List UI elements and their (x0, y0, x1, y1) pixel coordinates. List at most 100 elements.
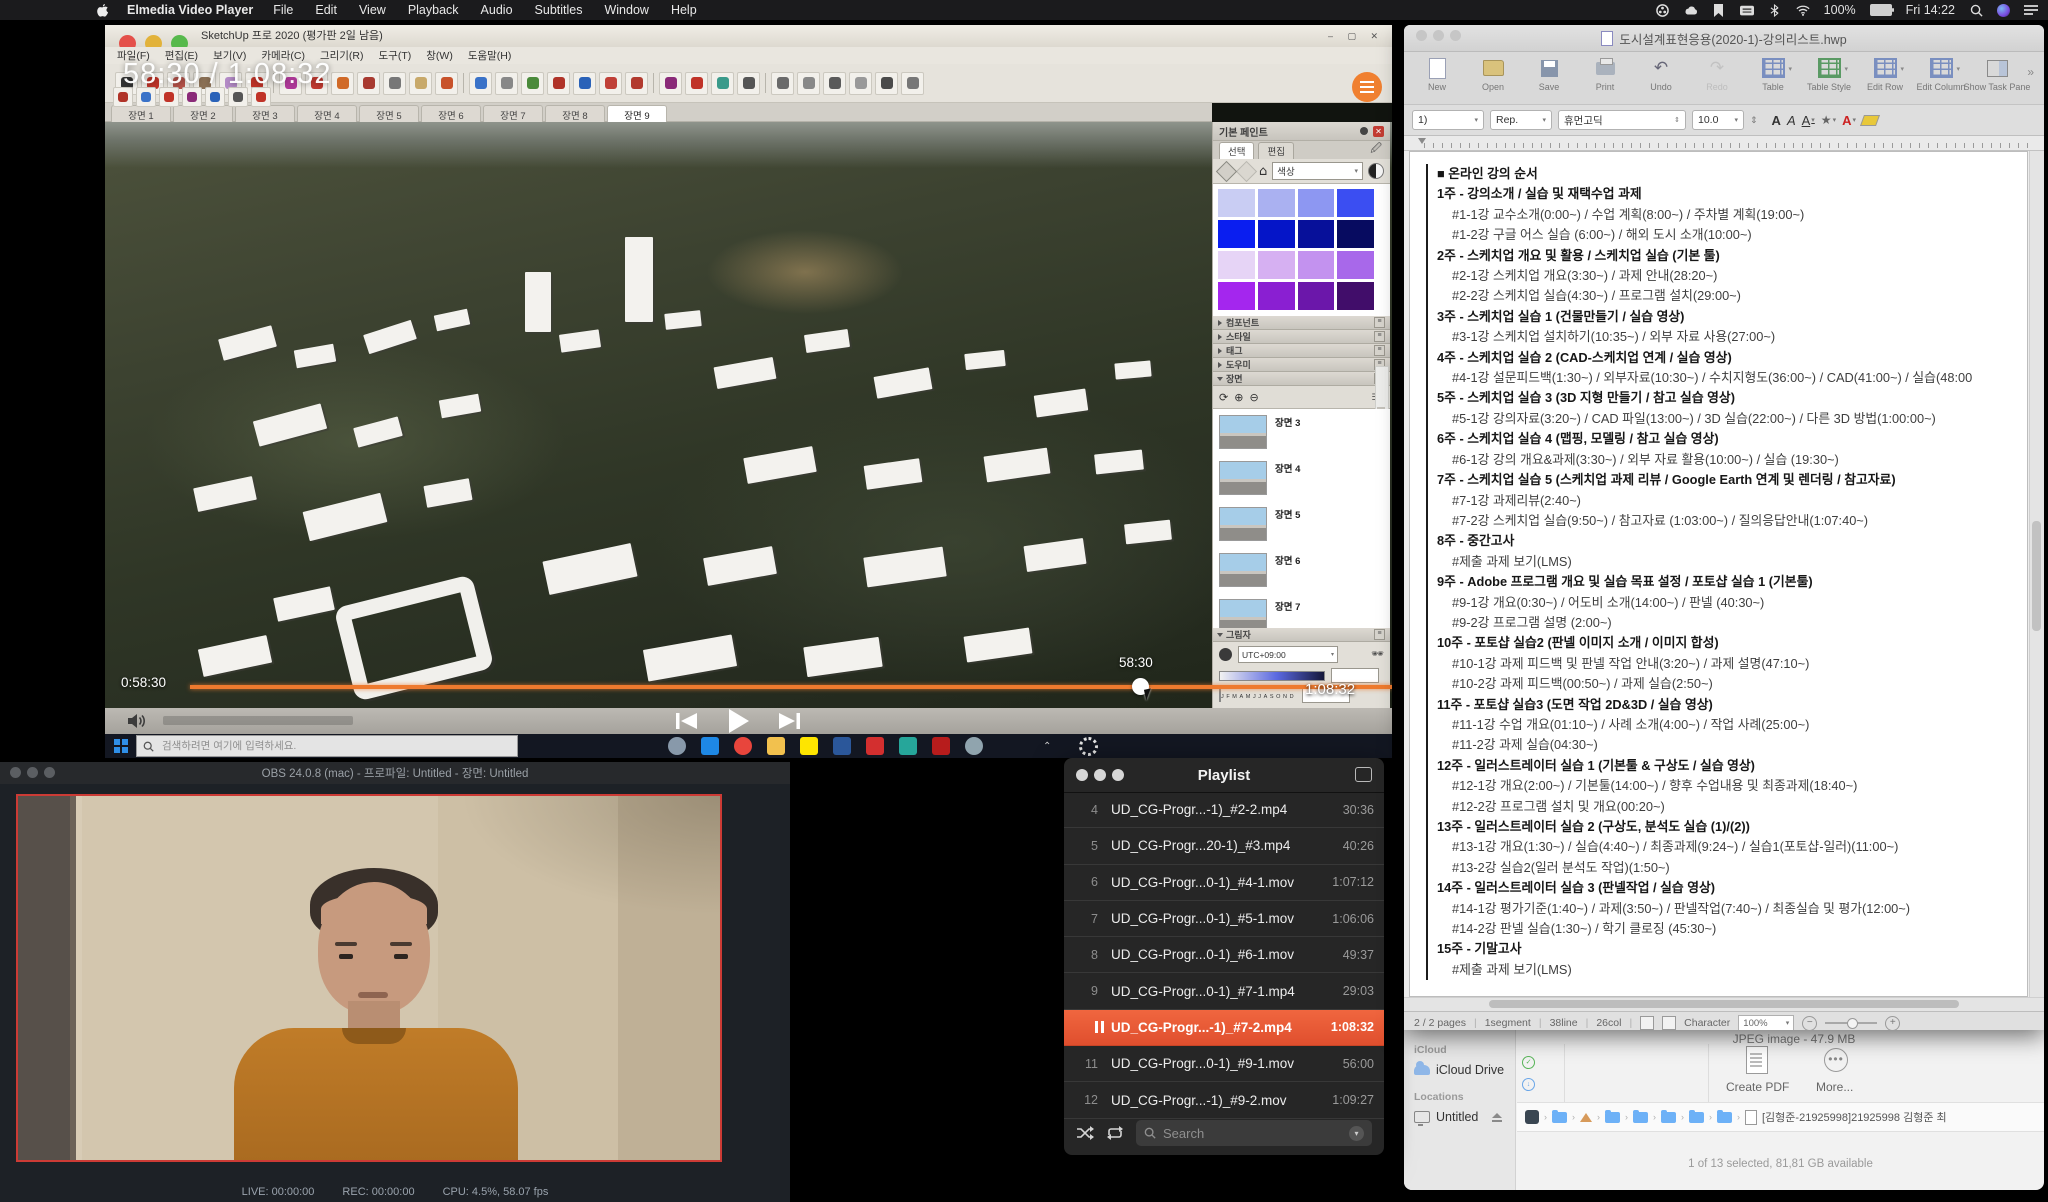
elmedia-video-window[interactable]: SketchUp 프로 2020 (평가판 2일 남음) – ▢ ✕ 파일(F)… (105, 25, 1392, 758)
zoom-button[interactable] (44, 767, 55, 778)
zoom-slider[interactable] (1825, 1022, 1877, 1024)
playlist-search-field[interactable]: ▾ (1136, 1120, 1372, 1146)
obs-window[interactable]: OBS 24.0.8 (mac) - 프로파일: Untitled - 장면: … (0, 762, 790, 1202)
spotlight-search-icon[interactable] (1969, 3, 1983, 17)
menubar-menu-item[interactable]: Subtitles (535, 3, 583, 17)
paragraph-select[interactable]: Rep.▾ (1490, 110, 1552, 130)
folder-crumb-icon[interactable] (1552, 1112, 1567, 1123)
sidebar-item-untitled-volume[interactable]: Untitled (1414, 1110, 1515, 1124)
folder-crumb-icon[interactable] (1717, 1112, 1732, 1123)
outline-style-button[interactable]: ★▾ (1821, 113, 1836, 127)
playlist-window[interactable]: Playlist 4 UD_CG-Progr...-1)_#2-2.mp4 30… (1064, 758, 1384, 1155)
menubar-menu-item[interactable]: Playback (408, 3, 459, 17)
bluetooth-icon[interactable] (1768, 3, 1782, 17)
horizontal-scrollbar[interactable] (1404, 997, 2044, 1011)
toolbar-overflow-icon[interactable]: » (2027, 65, 2034, 79)
play-button[interactable] (725, 708, 751, 734)
player-settings-gear-icon[interactable] (1079, 737, 1098, 756)
minimize-button[interactable] (1433, 30, 1444, 41)
hwp-document-window[interactable]: 도시설계표현응용(2020-1)-강의리스트.hwp ▾ New ▾ Open … (1404, 25, 2044, 1030)
folder-crumb-icon[interactable] (1689, 1112, 1704, 1123)
underline-button[interactable]: A▾ (1802, 113, 1815, 128)
create-pdf-icon[interactable] (1746, 1046, 1768, 1074)
wifi-icon[interactable] (1796, 3, 1810, 17)
repeat-icon[interactable] (1106, 1126, 1124, 1140)
italic-button[interactable]: A (1787, 113, 1796, 128)
volume-icon[interactable] (127, 713, 147, 729)
font-size-select[interactable]: 10.0▾ (1692, 110, 1744, 130)
siri-icon[interactable] (1997, 4, 2010, 17)
hwp-toolbar-button[interactable]: ▾ Show Task Pane (1970, 57, 2024, 92)
size-stepper[interactable]: ⇕ (1750, 115, 1758, 126)
vertical-scrollbar[interactable] (2029, 151, 2044, 997)
overwrite-mode-icon[interactable] (1662, 1016, 1676, 1030)
search-filter-chevron-icon[interactable]: ▾ (1349, 1126, 1364, 1141)
hwp-toolbar-button[interactable]: ▾ Table (1746, 57, 1800, 92)
playlist-row[interactable]: 11 UD_CG-Progr...0-1)_#9-1.mov 56:00 (1064, 1046, 1384, 1082)
zoom-button[interactable] (1450, 30, 1461, 41)
next-button[interactable] (777, 711, 801, 731)
bold-button[interactable]: A (1772, 113, 1781, 128)
menubar-menu-item[interactable]: File (273, 3, 293, 17)
hwp-toolbar-button[interactable]: ▾ Edit Column (1914, 57, 1968, 92)
create-pdf-label[interactable]: Create PDF (1726, 1080, 1789, 1094)
more-actions-label[interactable]: More... (1816, 1080, 1853, 1094)
seek-bar[interactable] (190, 685, 1392, 689)
folder-crumb-icon[interactable] (1605, 1112, 1620, 1123)
highlighter-button[interactable] (1860, 115, 1880, 126)
zoom-select[interactable]: 100%▾ (1738, 1015, 1794, 1030)
folder-crumb-icon[interactable] (1661, 1112, 1676, 1123)
finder-window[interactable]: JPEG image - 47.9 MB iCloud iCloud Drive… (1404, 1030, 2044, 1190)
zoom-out-icon[interactable]: − (1802, 1016, 1817, 1031)
eject-icon[interactable] (1492, 1113, 1502, 1122)
font-color-button[interactable]: A▾ (1842, 113, 1856, 128)
zoom-in-icon[interactable]: + (1885, 1016, 1900, 1031)
app-crumb-icon[interactable] (1525, 1110, 1539, 1124)
close-button[interactable] (1076, 769, 1088, 781)
playlist-row[interactable]: 7 UD_CG-Progr...0-1)_#5-1.mov 1:06:06 (1064, 901, 1384, 937)
menubar-menu-item[interactable]: Help (671, 3, 697, 17)
playlist-search-input[interactable] (1161, 1125, 1315, 1142)
zoom-button[interactable] (1112, 769, 1124, 781)
hwp-toolbar-button[interactable]: ▾ Open (1466, 57, 1520, 92)
playlist-row[interactable]: 4 UD_CG-Progr...-1)_#2-2.mp4 30:36 (1064, 792, 1384, 828)
hwp-toolbar-button[interactable]: ▾ New (1410, 57, 1464, 92)
keyboard-menu-icon[interactable] (1740, 3, 1754, 17)
insert-mode-icon[interactable] (1640, 1016, 1654, 1030)
style-select[interactable]: 1)▾ (1412, 110, 1484, 130)
document-area[interactable]: ■ 온라인 강의 순서1주 - 강의소개 / 실습 및 재택수업 과제#1-1강… (1404, 151, 2044, 997)
minimize-button[interactable] (1094, 769, 1106, 781)
bookmark-menu-icon[interactable] (1712, 3, 1726, 17)
hwp-toolbar-button[interactable]: ▾ Table Style (1802, 57, 1856, 92)
menubar-menu-item[interactable]: View (359, 3, 386, 17)
menubar-menu-item[interactable]: Window (604, 3, 648, 17)
playlist-row[interactable]: 5 UD_CG-Progr...20-1)_#3.mp4 40:26 (1064, 828, 1384, 864)
menubar-menu-item[interactable]: Audio (481, 3, 513, 17)
close-button[interactable] (1416, 30, 1427, 41)
hwp-toolbar-button[interactable]: ▾ Edit Row (1858, 57, 1912, 92)
user-crumb-icon[interactable] (1580, 1113, 1592, 1122)
apple-menu-icon[interactable] (96, 3, 109, 18)
notification-center-icon[interactable] (2024, 3, 2038, 17)
menubar-clock[interactable]: Fri 14:22 (1906, 3, 1955, 17)
more-actions-icon[interactable]: ••• (1824, 1048, 1848, 1072)
hwp-toolbar-button[interactable]: ▾ Print (1578, 57, 1632, 92)
previous-button[interactable] (675, 711, 699, 731)
detach-window-icon[interactable] (1355, 767, 1372, 782)
playlist-row[interactable]: 6 UD_CG-Progr...0-1)_#4-1.mov 1:07:12 (1064, 865, 1384, 901)
breadcrumb[interactable]: › › › › › › › › [김형준-21925998]21925998 김… (1517, 1102, 2044, 1132)
close-button[interactable] (10, 767, 21, 778)
playlist-row[interactable]: 9 UD_CG-Progr...0-1)_#7-1.mp4 29:03 (1064, 973, 1384, 1009)
document-page[interactable]: ■ 온라인 강의 순서1주 - 강의소개 / 실습 및 재택수업 과제#1-1강… (1409, 151, 2028, 997)
playlist-row[interactable]: UD_CG-Progr...-1)_#7-2.mp4 1:08:32 (1064, 1010, 1384, 1046)
cloud-menu-icon[interactable] (1684, 3, 1698, 17)
hwp-toolbar-button[interactable]: ▾ Save (1522, 57, 1576, 92)
minimize-button[interactable] (27, 767, 38, 778)
hwp-toolbar-button[interactable]: ↷▾ Redo (1690, 57, 1744, 92)
folder-crumb-icon[interactable] (1633, 1112, 1648, 1123)
font-select[interactable]: 휴먼고딕⇕ (1558, 110, 1686, 130)
hwp-toolbar-button[interactable]: ↶▾ Undo (1634, 57, 1688, 92)
playlist-row[interactable]: 8 UD_CG-Progr...0-1)_#6-1.mov 49:37 (1064, 937, 1384, 973)
sidebar-item-icloud-drive[interactable]: iCloud Drive (1414, 1063, 1515, 1077)
obs-status-icon[interactable] (1656, 3, 1670, 17)
